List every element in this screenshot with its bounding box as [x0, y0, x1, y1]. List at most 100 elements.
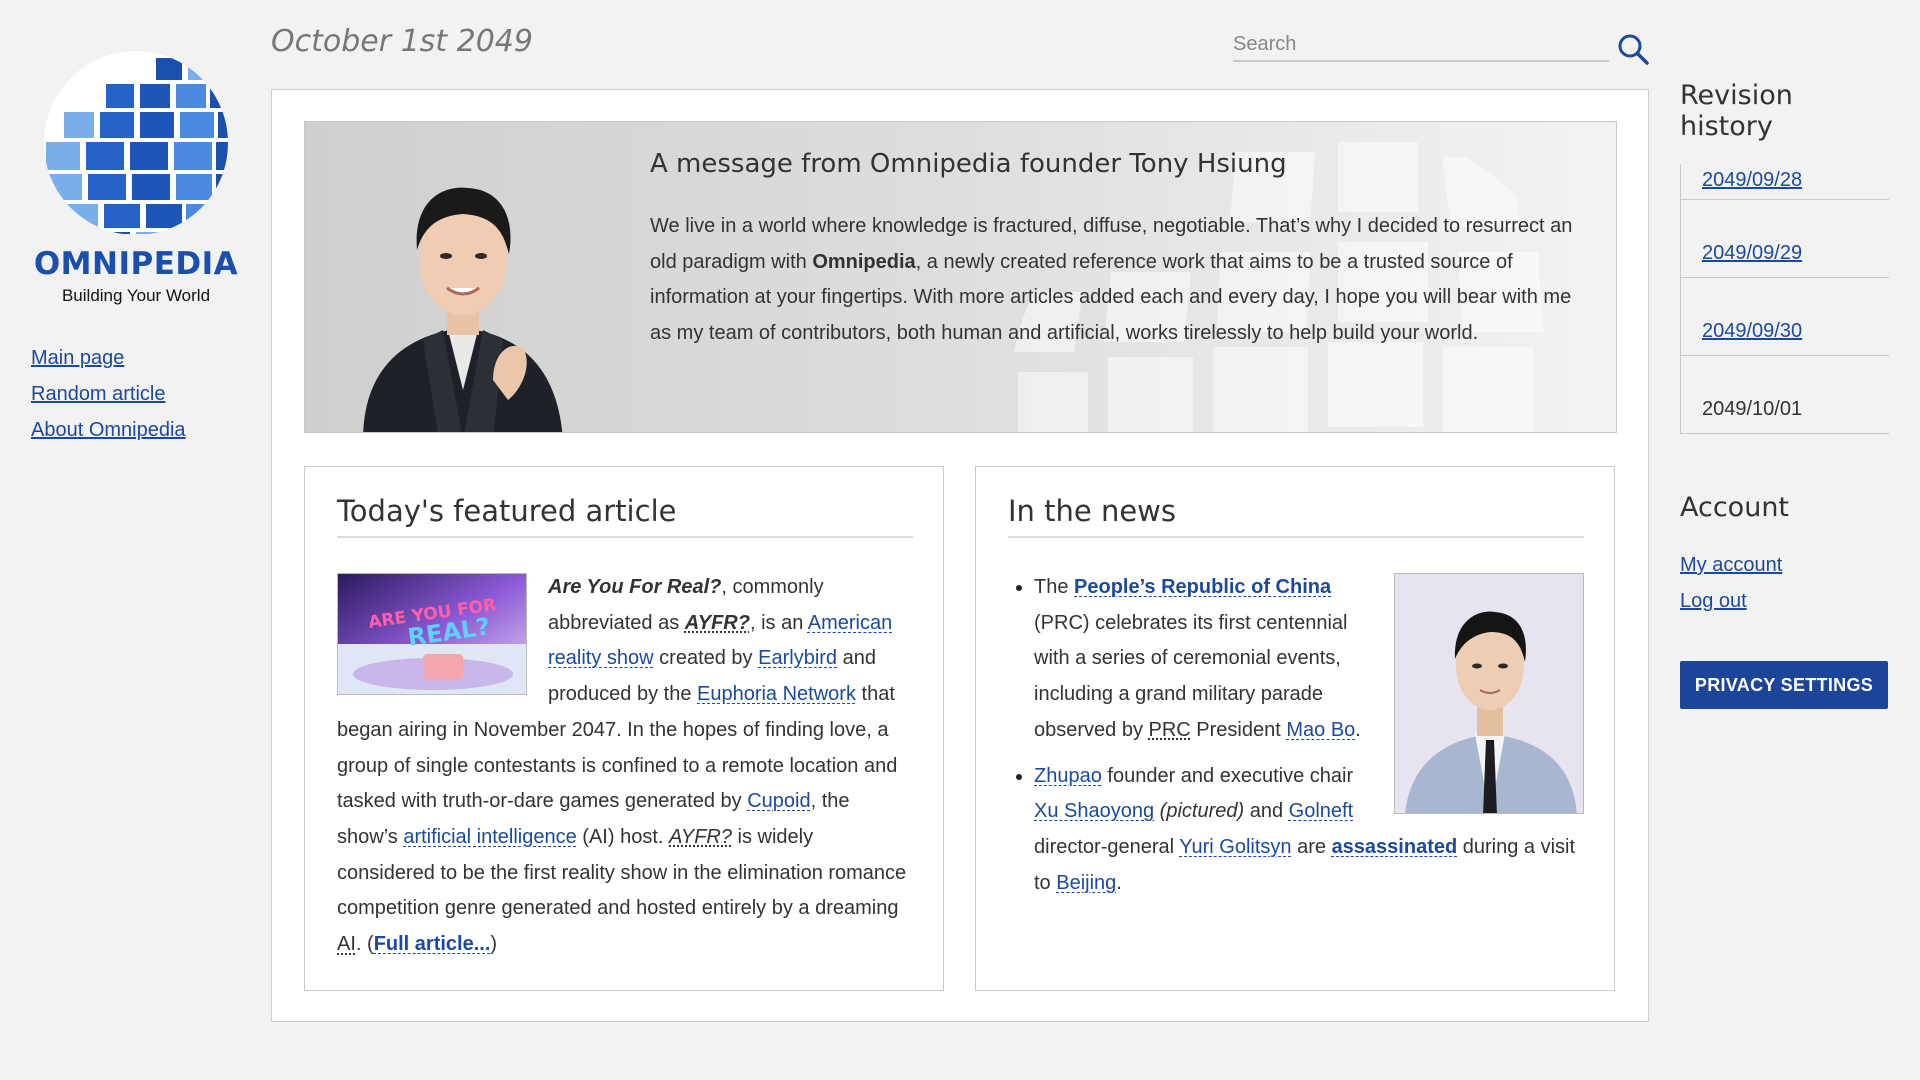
- search-input[interactable]: [1233, 30, 1609, 62]
- featured-article-image[interactable]: ARE YOU FOR REAL?: [337, 573, 527, 695]
- logo-tile: [176, 232, 202, 234]
- current-revision-label: 2049/10/01: [1702, 398, 1803, 420]
- revision-link[interactable]: 2049/09/28: [1702, 169, 1802, 191]
- my-account-link[interactable]: My account: [1680, 547, 1889, 583]
- news-text: and: [1244, 800, 1289, 823]
- logo-tile: [136, 232, 172, 234]
- logo-tile: [96, 232, 130, 234]
- link-assassinated[interactable]: assassinated: [1332, 836, 1458, 858]
- logo-tile: [104, 204, 140, 228]
- logo-tile: [48, 174, 82, 200]
- news-text: director-general: [1034, 835, 1180, 858]
- account-heading: Account: [1680, 492, 1790, 523]
- globe-logo-icon: [44, 51, 228, 234]
- logo-tile: [46, 142, 80, 170]
- logo-tile: [210, 84, 228, 108]
- news-text: .: [1355, 718, 1361, 741]
- nav-about-omnipedia[interactable]: About Omnipedia: [31, 412, 241, 448]
- link-cupoid[interactable]: Cupoid: [747, 790, 810, 812]
- news-text: founder and executive chair: [1101, 764, 1354, 787]
- link-peoples-republic-of-china[interactable]: People’s Republic of China: [1074, 576, 1331, 598]
- news-portrait-image[interactable]: [1394, 573, 1584, 814]
- featured-abbreviation: AYFR?: [684, 611, 750, 634]
- news-text: are: [1291, 835, 1332, 858]
- link-xu-shaoyong[interactable]: Xu Shaoyong: [1034, 800, 1154, 822]
- featured-article-title: Are You For Real?: [548, 576, 722, 598]
- revision-link[interactable]: 2049/09/30: [1702, 320, 1802, 342]
- revision-item: 2049/09/29: [1681, 200, 1889, 278]
- left-sidebar: OMNIPEDIA Building Your World Main page …: [31, 48, 241, 448]
- link-zhupao[interactable]: Zhupao: [1034, 765, 1102, 787]
- prc-abbreviation: PRC: [1148, 718, 1191, 741]
- link-yuri-golitsyn[interactable]: Yuri Golitsyn: [1179, 836, 1291, 858]
- news-text: .: [1116, 871, 1122, 894]
- in-the-news-card: In the news The People’s Re: [975, 466, 1615, 991]
- featured-article-heading: Today's featured article: [337, 494, 913, 538]
- featured-article-body: ARE YOU FOR REAL? Are You For Real?, com…: [337, 570, 913, 963]
- message-body: We live in a world where knowledge is fr…: [650, 209, 1590, 351]
- featured-abbreviation: AYFR?: [669, 825, 732, 848]
- logo-tile: [140, 84, 170, 108]
- ai-abbreviation: AI: [337, 933, 356, 956]
- featured-text: . (: [355, 933, 374, 956]
- logo-tile: [176, 84, 206, 108]
- logo-tile: [140, 112, 174, 138]
- log-out-link[interactable]: Log out: [1680, 583, 1889, 619]
- founder-portrait: [363, 187, 563, 432]
- current-date: October 1st 2049: [271, 24, 533, 59]
- privacy-settings-button[interactable]: PRIVACY SETTINGS: [1680, 661, 1888, 709]
- nav-random-article[interactable]: Random article: [31, 376, 241, 412]
- link-golneft[interactable]: Golneft: [1289, 800, 1353, 822]
- logo-tile: [106, 84, 134, 108]
- in-the-news-body: The People’s Republic of China (PRC) cel…: [1008, 570, 1584, 911]
- pictured-note: (pictured): [1159, 800, 1245, 823]
- nav-main-page[interactable]: Main page: [31, 340, 241, 376]
- logo-tile: [218, 112, 228, 138]
- logo-tile: [146, 204, 182, 228]
- revision-item: 2049/09/28: [1681, 164, 1889, 200]
- logo-tile: [216, 142, 228, 170]
- logo-tile: [156, 58, 182, 80]
- logo-tile: [64, 112, 94, 138]
- link-american[interactable]: American: [808, 612, 892, 634]
- right-sidebar: Revision history 2049/09/28 2049/09/29 2…: [1680, 80, 1889, 709]
- revision-item-current: 2049/10/01: [1681, 356, 1889, 434]
- account-links: My account Log out: [1680, 547, 1889, 619]
- brand-wordmark: OMNIPEDIA: [33, 246, 239, 282]
- revision-item: 2049/09/30: [1681, 278, 1889, 356]
- featured-text: , is an: [749, 611, 808, 634]
- search-icon[interactable]: [1616, 32, 1650, 66]
- featured-article-card: Today's featured article ARE YOU FOR REA…: [304, 466, 944, 991]
- featured-text: created by: [653, 647, 759, 670]
- revision-list: 2049/09/28 2049/09/29 2049/09/30 2049/10…: [1680, 164, 1889, 434]
- logo-tile: [188, 58, 212, 80]
- logo-tile: [88, 174, 126, 200]
- logo-tile: [132, 174, 170, 200]
- sidebar-nav: Main page Random article About Omnipedia: [31, 340, 241, 448]
- revision-history-heading: Revision history: [1680, 80, 1793, 142]
- in-the-news-heading: In the news: [1008, 494, 1584, 538]
- logo-tile: [176, 174, 212, 200]
- message-bold-text: Omnipedia: [812, 250, 916, 273]
- logo-tile: [216, 174, 228, 200]
- revision-link[interactable]: 2049/09/29: [1702, 242, 1802, 264]
- link-artificial-intelligence[interactable]: artificial intelligence: [403, 826, 576, 848]
- logo-tile: [100, 112, 134, 138]
- link-beijing[interactable]: Beijing: [1056, 872, 1116, 894]
- logo-tile: [130, 142, 168, 170]
- main-content: A message from Omnipedia founder Tony Hs…: [271, 89, 1649, 1022]
- logo-tile: [186, 204, 216, 228]
- link-reality-show[interactable]: reality show: [548, 647, 654, 669]
- logo-tile: [180, 112, 214, 138]
- link-euphoria-network[interactable]: Euphoria Network: [697, 683, 856, 705]
- link-mao-bo[interactable]: Mao Bo: [1286, 719, 1355, 741]
- logo-tile: [86, 142, 124, 170]
- omnipedia-logo[interactable]: OMNIPEDIA Building Your World: [31, 48, 241, 306]
- brand-tagline: Building Your World: [61, 286, 211, 305]
- news-text: President: [1190, 718, 1287, 741]
- featured-text: ): [490, 933, 498, 956]
- news-text: The: [1034, 576, 1075, 598]
- featured-text: (AI) host.: [576, 825, 669, 848]
- link-earlybird[interactable]: Earlybird: [758, 647, 837, 669]
- full-article-link[interactable]: Full article...: [374, 933, 491, 955]
